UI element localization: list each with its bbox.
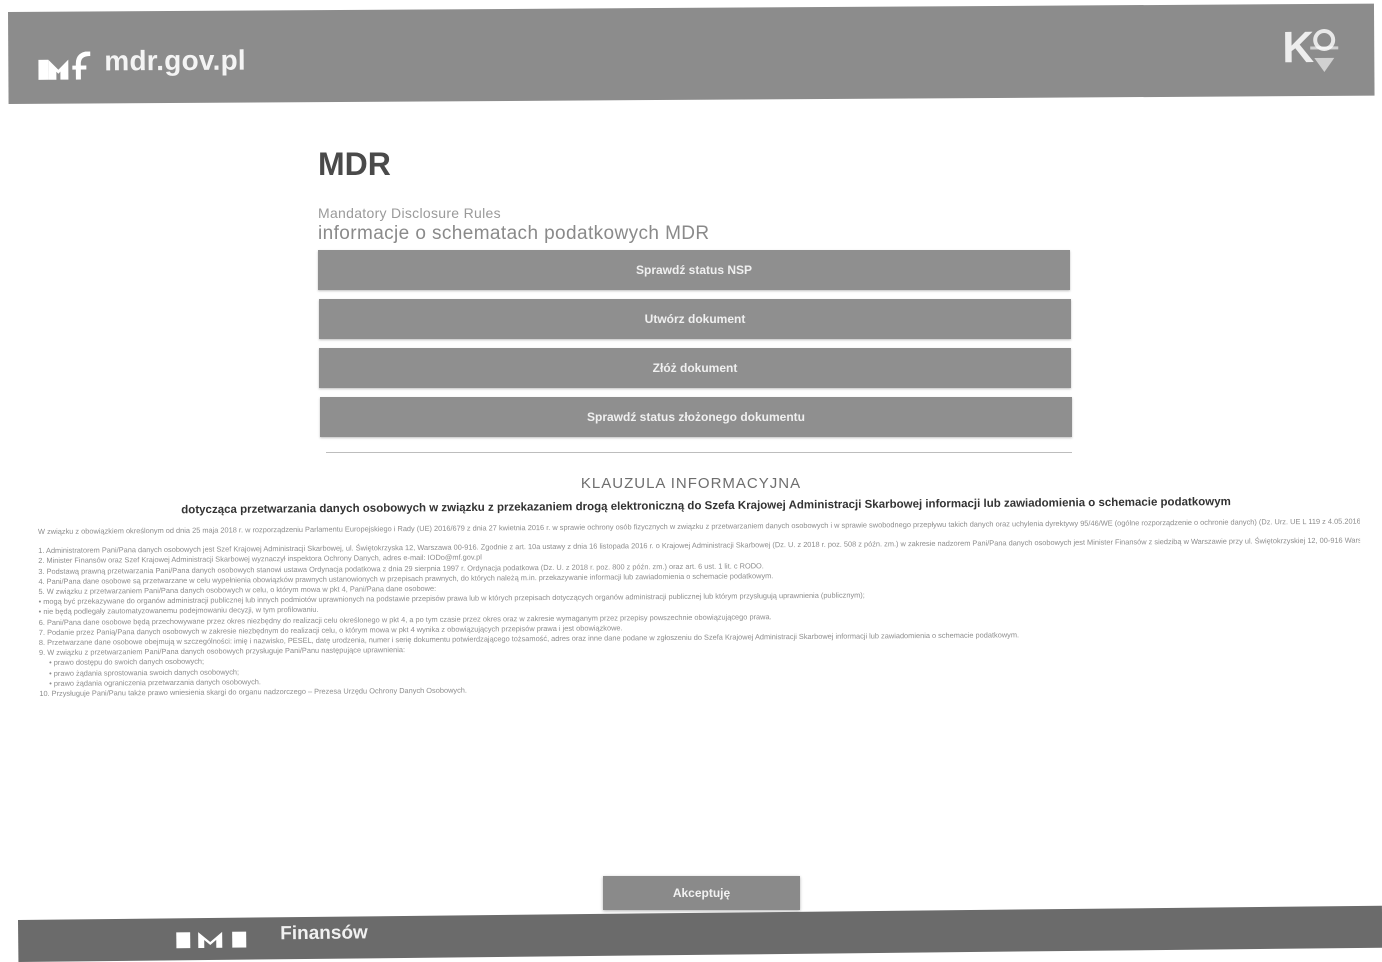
create-document-button[interactable]: Utwórz dokument [319,299,1071,339]
submit-document-button[interactable]: Złóż dokument [319,348,1071,388]
ministry-of-finance-footer-logo-icon [176,931,247,949]
clause-subtitle: dotycząca przetwarzania danych osobowych… [181,496,1231,517]
page-subtitle-small: Mandatory Disclosure Rules [318,205,501,221]
site-header: mdr.gov.pl K [8,3,1375,104]
check-nsp-status-button[interactable]: Sprawdź status NSP [318,250,1070,290]
main-content: MDR Mandatory Disclosure Rules informacj… [318,146,1072,245]
kas-logo-icon: K [1282,23,1339,72]
action-buttons: Sprawdź status NSP Utwórz dokument Złóż … [318,250,1072,450]
page-subtitle-large: informacje o schematach podatkowych MDR [318,223,710,244]
clause-body: W związku z obowiązkiem określonym od dn… [38,517,1361,700]
svg-text:K: K [1282,23,1314,72]
site-name[interactable]: mdr.gov.pl [104,45,246,78]
page-title: MDR [318,146,391,182]
ministry-of-finance-logo-icon[interactable] [38,51,96,81]
site-footer: Finansów [18,905,1382,962]
check-submitted-document-status-button[interactable]: Sprawdź status złożonego dokumentu [320,397,1072,437]
section-divider [326,452,1072,453]
accept-button[interactable]: Akceptuję [603,876,800,910]
footer-title: Finansów [280,922,368,945]
clause-title: KLAUZULA INFORMACYJNA [580,475,802,492]
clause-intro: W związku z obowiązkiem określonym od dn… [38,516,1361,536]
